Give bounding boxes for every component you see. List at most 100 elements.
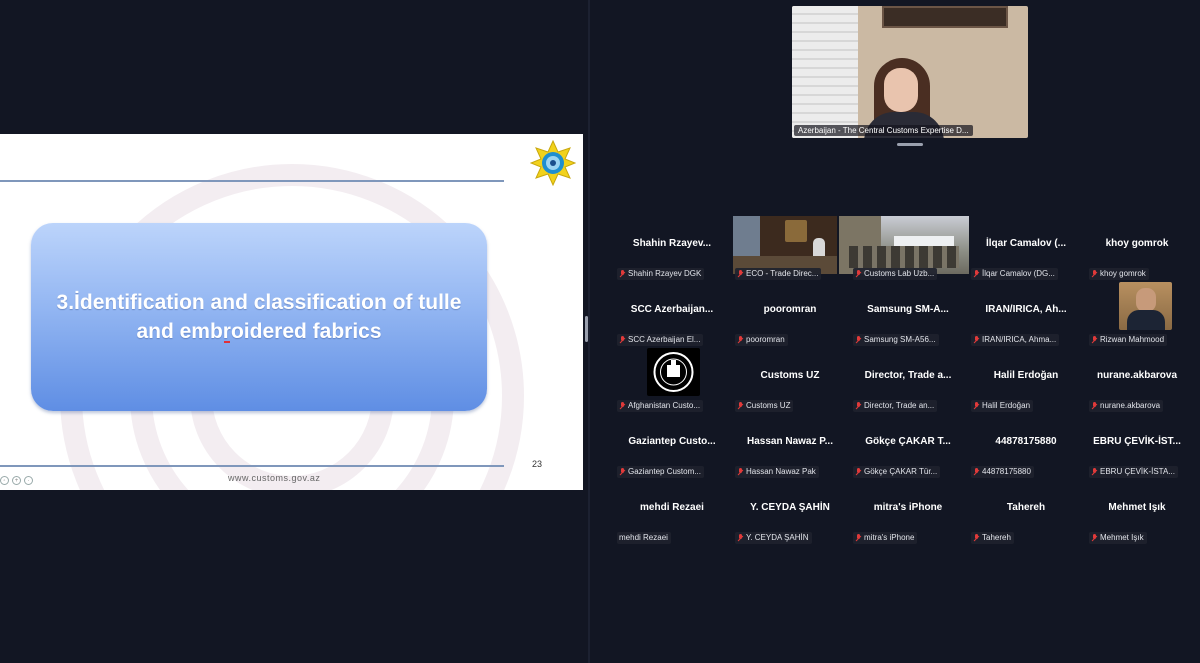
active-speaker-video[interactable]: Azerbaijan - The Central Customs Experti…: [792, 6, 1028, 138]
participant-tile[interactable]: Gökçe ÇAKAR T... Gökçe ÇAKAR Tür...: [853, 414, 963, 478]
mic-muted-icon: [973, 336, 980, 344]
participant-label-text: khoy gomrok: [1100, 269, 1146, 278]
participant-label-text: ECO - Trade Direc...: [746, 269, 819, 278]
participant-display-name: Customs UZ: [760, 370, 820, 381]
mic-muted-icon: [973, 534, 980, 542]
participant-tile[interactable]: İlqar Camalov (... İlqar Camalov (DG...: [971, 216, 1081, 280]
participant-avatar-emblem-icon: [647, 348, 700, 396]
participant-tile[interactable]: Hassan Nawaz P... Hassan Nawaz Pak: [735, 414, 845, 478]
participant-tile[interactable]: pooromran pooromran: [735, 282, 845, 346]
participant-name-label: Rizwan Mahmood: [1089, 334, 1168, 346]
participant-display-name: EBRU ÇEVİK-İST...: [1093, 436, 1181, 447]
participant-tile[interactable]: 44878175880 44878175880: [971, 414, 1081, 478]
split-divider: [588, 0, 590, 663]
participant-name-label: khoy gomrok: [1089, 268, 1149, 280]
participant-display-name: SCC Azerbaijan...: [630, 304, 714, 315]
mic-muted-icon: [619, 468, 626, 476]
participant-tile[interactable]: Gaziantep Custo... Gaziantep Custom...: [617, 414, 727, 478]
participant-name-label: Gaziantep Custom...: [617, 466, 704, 478]
mic-muted-icon: [737, 402, 744, 410]
participant-tile[interactable]: Customs Lab Uzb...: [839, 216, 969, 280]
participant-tile[interactable]: IRAN/IRICA, Ah... IRAN/IRICA, Ahma...: [971, 282, 1081, 346]
participant-name-label: mehdi Rezaei: [617, 532, 671, 544]
zoom-icon[interactable]: +: [12, 476, 21, 485]
participant-label-text: Shahin Rzayev DGK: [628, 269, 702, 278]
participant-name-label: EBRU ÇEVİK-İSTA...: [1089, 466, 1178, 478]
participant-display-name: Tahereh: [1006, 502, 1046, 513]
participant-tile[interactable]: Director, Trade a... Director, Trade an..…: [853, 348, 963, 412]
participant-display-name: İlqar Camalov (...: [985, 238, 1067, 249]
participant-video: [733, 216, 837, 274]
participant-name-label: Hassan Nawaz Pak: [735, 466, 819, 478]
participant-name-label: ECO - Trade Direc...: [735, 268, 822, 280]
participant-tile[interactable]: Customs UZ Customs UZ: [735, 348, 845, 412]
participant-label-text: mitra's iPhone: [864, 533, 915, 542]
participant-tile[interactable]: Afghanistan Custo...: [617, 348, 727, 412]
participant-name-label: Gökçe ÇAKAR Tür...: [853, 466, 941, 478]
participant-label-text: İlqar Camalov (DG...: [982, 269, 1055, 278]
participant-label-text: EBRU ÇEVİK-İSTA...: [1100, 467, 1175, 476]
participant-name-label: Director, Trade an...: [853, 400, 938, 412]
participant-tile[interactable]: khoy gomrok khoy gomrok: [1089, 216, 1185, 280]
slide-control-icon[interactable]: ◦: [0, 476, 9, 485]
participant-display-name: Hassan Nawaz P...: [747, 436, 833, 447]
mic-muted-icon: [1091, 270, 1098, 278]
participant-tile[interactable]: nurane.akbarova nurane.akbarova: [1089, 348, 1185, 412]
participant-label-text: Director, Trade an...: [864, 401, 935, 410]
mic-muted-icon: [737, 336, 744, 344]
participant-tile[interactable]: Y. CEYDA ŞAHİN Y. CEYDA ŞAHİN: [735, 480, 845, 544]
slide-title-box: 3.İdentification and classification of t…: [31, 223, 487, 411]
participant-label-text: mehdi Rezaei: [619, 533, 668, 542]
participant-name-label: Customs Lab Uzb...: [853, 268, 938, 280]
participant-label-text: Halil Erdoğan: [982, 401, 1031, 410]
participant-display-name: Director, Trade a...: [864, 370, 952, 381]
participant-tile[interactable]: Tahereh Tahereh: [971, 480, 1081, 544]
participant-label-text: IRAN/IRICA, Ahma...: [982, 335, 1057, 344]
participant-label-text: nurane.akbarova: [1100, 401, 1161, 410]
mic-muted-icon: [1091, 468, 1098, 476]
wall-picture: [882, 6, 1008, 28]
participant-label-text: Customs Lab Uzb...: [864, 269, 935, 278]
participant-display-name: Mehmet Işık: [1108, 502, 1166, 513]
participant-tile[interactable]: Mehmet Işık Mehmet Işık: [1089, 480, 1185, 544]
customs-emblem-icon: [530, 140, 576, 186]
participant-display-name: nurane.akbarova: [1096, 370, 1178, 381]
slide-top-rule: [0, 180, 504, 182]
participant-label-text: Samsung SM-A56...: [864, 335, 936, 344]
participant-display-name: IRAN/IRICA, Ah...: [985, 304, 1067, 315]
participant-tile[interactable]: Samsung SM-A... Samsung SM-A56...: [853, 282, 963, 346]
mic-muted-icon: [737, 534, 744, 542]
participant-name-label: mitra's iPhone: [853, 532, 918, 544]
participant-display-name: Halil Erdoğan: [993, 370, 1059, 381]
participant-tile[interactable]: EBRU ÇEVİK-İST... EBRU ÇEVİK-İSTA...: [1089, 414, 1185, 478]
participant-name-label: Y. CEYDA ŞAHİN: [735, 532, 812, 544]
mic-muted-icon: [855, 534, 862, 542]
participant-tile[interactable]: ECO - Trade Direc...: [733, 216, 845, 280]
mic-muted-icon: [1091, 336, 1098, 344]
participant-label-text: Tahereh: [982, 533, 1011, 542]
participant-label-text: Y. CEYDA ŞAHİN: [746, 533, 809, 542]
slide-bottom-rule: [0, 465, 504, 467]
slide-footer-url: www.customs.gov.az: [228, 473, 321, 483]
participant-tile[interactable]: Halil Erdoğan Halil Erdoğan: [971, 348, 1081, 412]
participant-display-name: pooromran: [763, 304, 817, 315]
participant-display-name: Shahin Rzayev...: [632, 238, 712, 249]
participant-tile[interactable]: Rizwan Mahmood: [1089, 282, 1185, 346]
participant-label-text: Afghanistan Custo...: [628, 401, 701, 410]
participant-display-name: Gökçe ÇAKAR T...: [865, 436, 951, 447]
participant-name-label: Shahin Rzayev DGK: [617, 268, 705, 280]
mic-muted-icon: [619, 402, 626, 410]
participant-avatar: [1119, 282, 1172, 330]
participant-tile[interactable]: Shahin Rzayev... Shahin Rzayev DGK: [617, 216, 727, 280]
participant-display-name: Gaziantep Custo...: [628, 436, 716, 447]
participant-tile[interactable]: SCC Azerbaijan... SCC Azerbaijan El...: [617, 282, 727, 346]
more-icon[interactable]: ·: [24, 476, 33, 485]
slide-page-number: 23: [532, 459, 543, 469]
participant-tile[interactable]: mitra's iPhone mitra's iPhone: [853, 480, 963, 544]
participant-tile[interactable]: mehdi Rezaei mehdi Rezaei: [617, 480, 727, 544]
participant-display-name: Y. CEYDA ŞAHİN: [750, 502, 830, 513]
speaker-view-handle[interactable]: [897, 143, 923, 146]
participant-name-label: Tahereh: [971, 532, 1014, 544]
participant-label-text: Hassan Nawaz Pak: [746, 467, 816, 476]
split-resize-handle[interactable]: [585, 316, 588, 342]
